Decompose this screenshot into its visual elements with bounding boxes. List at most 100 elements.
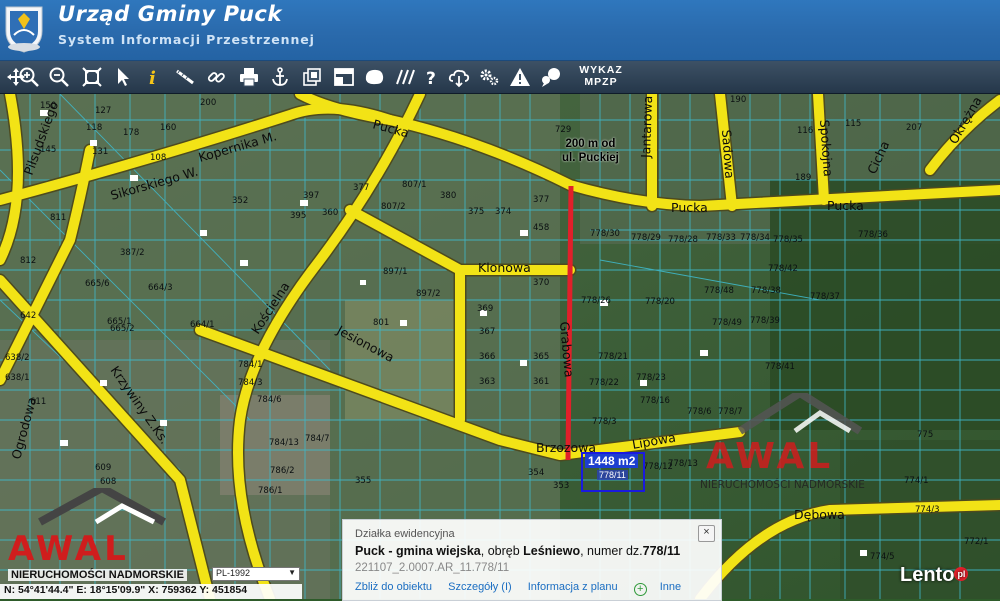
svg-text:778/36: 778/36 (858, 230, 888, 240)
distance-line1: 200 m od (565, 138, 616, 150)
parcel-area-label: 1448 m2 (585, 454, 639, 468)
svg-text:361: 361 (533, 377, 549, 387)
municipality-crest-icon (5, 6, 43, 53)
svg-text:360: 360 (322, 208, 338, 218)
svg-text:729: 729 (555, 125, 571, 135)
svg-text:784/3: 784/3 (238, 378, 263, 388)
svg-text:118: 118 (86, 123, 102, 133)
svg-text:608: 608 (100, 477, 116, 487)
svg-text:365: 365 (533, 352, 549, 362)
svg-text:377: 377 (533, 195, 549, 205)
lento-logo-icon: pl (954, 567, 969, 581)
svg-text:380: 380 (440, 191, 456, 201)
awal-sub-right: NIERUCHOMOŚCI NADMORSKIE (700, 478, 865, 491)
svg-text:784/1: 784/1 (238, 360, 263, 370)
svg-text:786/2: 786/2 (270, 466, 295, 476)
svg-text:784/13: 784/13 (269, 438, 299, 448)
svg-text:638/1: 638/1 (5, 373, 30, 383)
svg-text:160: 160 (160, 123, 176, 133)
more-link[interactable]: + Inne (633, 581, 694, 596)
svg-text:784/6: 784/6 (257, 395, 282, 405)
svg-text:375: 375 (468, 207, 484, 217)
awal-text-left: AWAL (8, 529, 129, 569)
svg-text:778/30: 778/30 (590, 229, 620, 239)
wykaz-line1: WYKAZ (579, 64, 623, 76)
svg-text:772/1: 772/1 (964, 537, 989, 547)
distance-annotation: 200 m od ul. Puckiej (562, 137, 619, 165)
svg-text:395: 395 (290, 211, 306, 221)
awal-text-right: AWAL (706, 436, 833, 477)
coordinate-system-select[interactable]: PL-1992 ▼ (212, 567, 300, 581)
coordinates-bar: NIERUCHOMOŚCI NADMORSKIE PL-1992 ▼ N: 54… (0, 566, 302, 599)
svg-text:665/2: 665/2 (110, 324, 135, 334)
plan-info-link[interactable]: Informacja z planu (528, 581, 618, 593)
svg-text:i: i (149, 68, 156, 88)
svg-text:352: 352 (232, 196, 248, 206)
zoom-in-icon[interactable] (16, 64, 41, 90)
svg-text:812: 812 (20, 256, 36, 266)
svg-text:?: ? (426, 69, 436, 88)
hatch-icon[interactable] (392, 64, 417, 90)
street-label-jantarowa: Jantarowa (638, 95, 655, 159)
svg-text:778/39: 778/39 (750, 316, 780, 326)
svg-text:778/41: 778/41 (765, 362, 795, 372)
layers-icon[interactable] (299, 64, 324, 90)
svg-text:190: 190 (730, 95, 746, 105)
street-label-pucka-2: Pucka (827, 198, 864, 213)
close-icon[interactable]: × (698, 525, 715, 542)
svg-text:116: 116 (797, 126, 813, 136)
svg-text:778/16: 778/16 (640, 396, 670, 406)
svg-text:774/5: 774/5 (870, 552, 895, 562)
lento-text: Lento (900, 564, 955, 586)
svg-text:778/20: 778/20 (645, 297, 675, 307)
svg-text:355: 355 (355, 476, 371, 486)
zoom-to-object-link[interactable]: Zbliż do obiektu (355, 581, 432, 593)
map-toolbar: i ? WYKAZ MPZP (0, 61, 1000, 94)
svg-text:366: 366 (479, 352, 495, 362)
warning-icon[interactable] (507, 64, 532, 90)
print-icon[interactable] (236, 64, 261, 90)
details-link[interactable]: Szczegóły (I) (448, 581, 512, 593)
settings-icon[interactable] (476, 64, 501, 90)
svg-text:778/49: 778/49 (712, 318, 742, 328)
select-pointer-icon[interactable] (110, 64, 135, 90)
svg-text:897/2: 897/2 (416, 289, 441, 299)
wykaz-mpzp-button[interactable]: WYKAZ MPZP (570, 64, 632, 90)
svg-text:778/26: 778/26 (581, 296, 611, 306)
svg-text:609: 609 (95, 463, 111, 473)
info-icon[interactable]: i (140, 64, 165, 90)
measure-icon[interactable] (172, 64, 197, 90)
svg-text:664/1: 664/1 (190, 320, 215, 330)
zoom-out-icon[interactable] (46, 64, 71, 90)
cloud-download-icon[interactable] (446, 64, 471, 90)
street-label-pucka: Pucka (671, 200, 708, 215)
help-icon[interactable]: ? (418, 64, 443, 90)
svg-text:665/6: 665/6 (85, 279, 110, 289)
svg-text:387/2: 387/2 (120, 248, 145, 258)
popup-actions: Zbliż do obiektu Szczegóły (I) Informacj… (355, 581, 707, 596)
svg-text:353: 353 (553, 481, 569, 491)
svg-text:778/35: 778/35 (773, 235, 803, 245)
coordinate-readout: N: 54°41'44.4" E: 18°15'09.9" X: 759362 … (0, 584, 302, 599)
layout-icon[interactable] (331, 64, 356, 90)
svg-text:127: 127 (95, 106, 111, 116)
wykaz-line2: MPZP (584, 76, 618, 88)
link-icon[interactable] (203, 64, 228, 90)
parcel-number: 778/11 (642, 544, 681, 558)
zoom-extent-icon[interactable] (79, 64, 104, 90)
svg-text:778/34: 778/34 (740, 233, 770, 243)
svg-text:778/33: 778/33 (706, 233, 736, 243)
selected-parcel-outline[interactable]: 1448 m2 778/11 (581, 452, 645, 492)
svg-text:775: 775 (917, 430, 933, 440)
app-subtitle: System Informacji Przestrzennej (58, 32, 315, 47)
region-icon[interactable] (361, 64, 386, 90)
chat-icon[interactable] (538, 64, 563, 90)
svg-text:458: 458 (533, 223, 549, 233)
svg-text:786/1: 786/1 (258, 486, 283, 496)
svg-text:370: 370 (533, 278, 549, 288)
svg-text:638/2: 638/2 (5, 353, 30, 363)
svg-text:778/23: 778/23 (636, 373, 666, 383)
svg-text:108: 108 (150, 153, 166, 163)
anchor-icon[interactable] (267, 64, 292, 90)
popup-title: Działka ewidencyjna (355, 528, 455, 540)
